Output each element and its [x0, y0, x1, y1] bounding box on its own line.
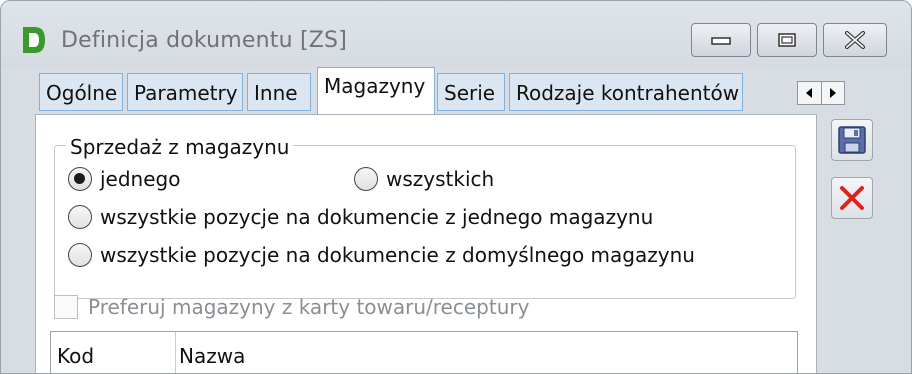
- radio-button[interactable]: [354, 167, 378, 191]
- radio-button[interactable]: [68, 243, 92, 267]
- save-button[interactable]: [831, 119, 873, 161]
- title-bar[interactable]: Definicja dokumentu [ZS]: [1, 1, 911, 67]
- tab-label: Ogólne: [46, 81, 118, 105]
- minimize-icon: [711, 37, 731, 45]
- radio-option-all-items-one-warehouse[interactable]: wszystkie pozycje na dokumencie z jedneg…: [68, 205, 653, 229]
- app-logo-icon: [23, 27, 45, 53]
- close-icon: [845, 31, 865, 49]
- window-title: Definicja dokumentu [ZS]: [61, 28, 347, 53]
- column-header-kod[interactable]: Kod: [57, 344, 94, 368]
- maximize-icon: [778, 33, 796, 47]
- magazyny-tab-panel: Sprzedaż z magazynu jednego wszystkich w…: [35, 114, 817, 373]
- minimize-button[interactable]: [691, 23, 751, 57]
- tab-label: Parametry: [134, 81, 238, 105]
- radio-label: jednego: [100, 167, 181, 191]
- radio-option-wszystkich[interactable]: wszystkich: [354, 167, 494, 191]
- radio-option-jednego[interactable]: jednego: [68, 167, 180, 191]
- warehouses-grid: Kod Nazwa: [50, 331, 798, 373]
- tab-label: Magazyny: [324, 74, 426, 98]
- radio-button[interactable]: [68, 205, 92, 229]
- column-header-nazwa[interactable]: Nazwa: [179, 344, 245, 368]
- tab-rodzaje-kontrahentow[interactable]: Rodzaje kontrahentów: [509, 73, 743, 111]
- prefer-warehouses-checkbox-row[interactable]: Preferuj magazyny z karty towaru/receptu…: [54, 295, 529, 319]
- radio-option-all-items-default-warehouse[interactable]: wszystkie pozycje na dokumencie z domyśl…: [68, 243, 695, 267]
- tab-strip: Ogólne Parametry Inne Magazyny Serie Rod…: [35, 67, 885, 115]
- tab-magazyny[interactable]: Magazyny: [317, 67, 435, 115]
- grid-header: Kod Nazwa: [51, 332, 797, 373]
- save-icon: [838, 126, 866, 154]
- tab-scroll-arrows: [797, 81, 845, 105]
- tab-label: Serie: [444, 81, 496, 105]
- tab-ogolne[interactable]: Ogólne: [39, 73, 123, 111]
- maximize-button[interactable]: [757, 23, 817, 57]
- radio-label: wszystkie pozycje na dokumencie z domyśl…: [100, 243, 695, 267]
- radio-button-checked[interactable]: [68, 167, 92, 191]
- cancel-button[interactable]: [831, 177, 873, 219]
- radio-label: wszystkie pozycje na dokumencie z jedneg…: [100, 205, 654, 229]
- sales-source-group-label: Sprzedaż z magazynu: [66, 135, 294, 159]
- arrow-left-icon: [806, 88, 813, 98]
- document-definition-window: Definicja dokumentu [ZS] Ogólne Parametr…: [0, 0, 912, 374]
- prefer-warehouses-label: Preferuj magazyny z karty towaru/receptu…: [88, 295, 530, 319]
- close-button[interactable]: [823, 23, 887, 57]
- tab-label: Rodzaje kontrahentów: [516, 81, 740, 105]
- arrow-right-icon: [829, 88, 836, 98]
- radio-label: wszystkich: [386, 167, 495, 191]
- tab-label: Inne: [254, 81, 298, 105]
- scroll-left-button[interactable]: [798, 82, 821, 104]
- scroll-right-button[interactable]: [820, 82, 845, 104]
- column-divider[interactable]: [175, 332, 176, 373]
- cancel-icon: [840, 186, 864, 210]
- tab-serie[interactable]: Serie: [437, 73, 505, 111]
- tab-parametry[interactable]: Parametry: [127, 73, 243, 111]
- prefer-warehouses-checkbox[interactable]: [54, 295, 78, 319]
- tab-inne[interactable]: Inne: [247, 73, 311, 111]
